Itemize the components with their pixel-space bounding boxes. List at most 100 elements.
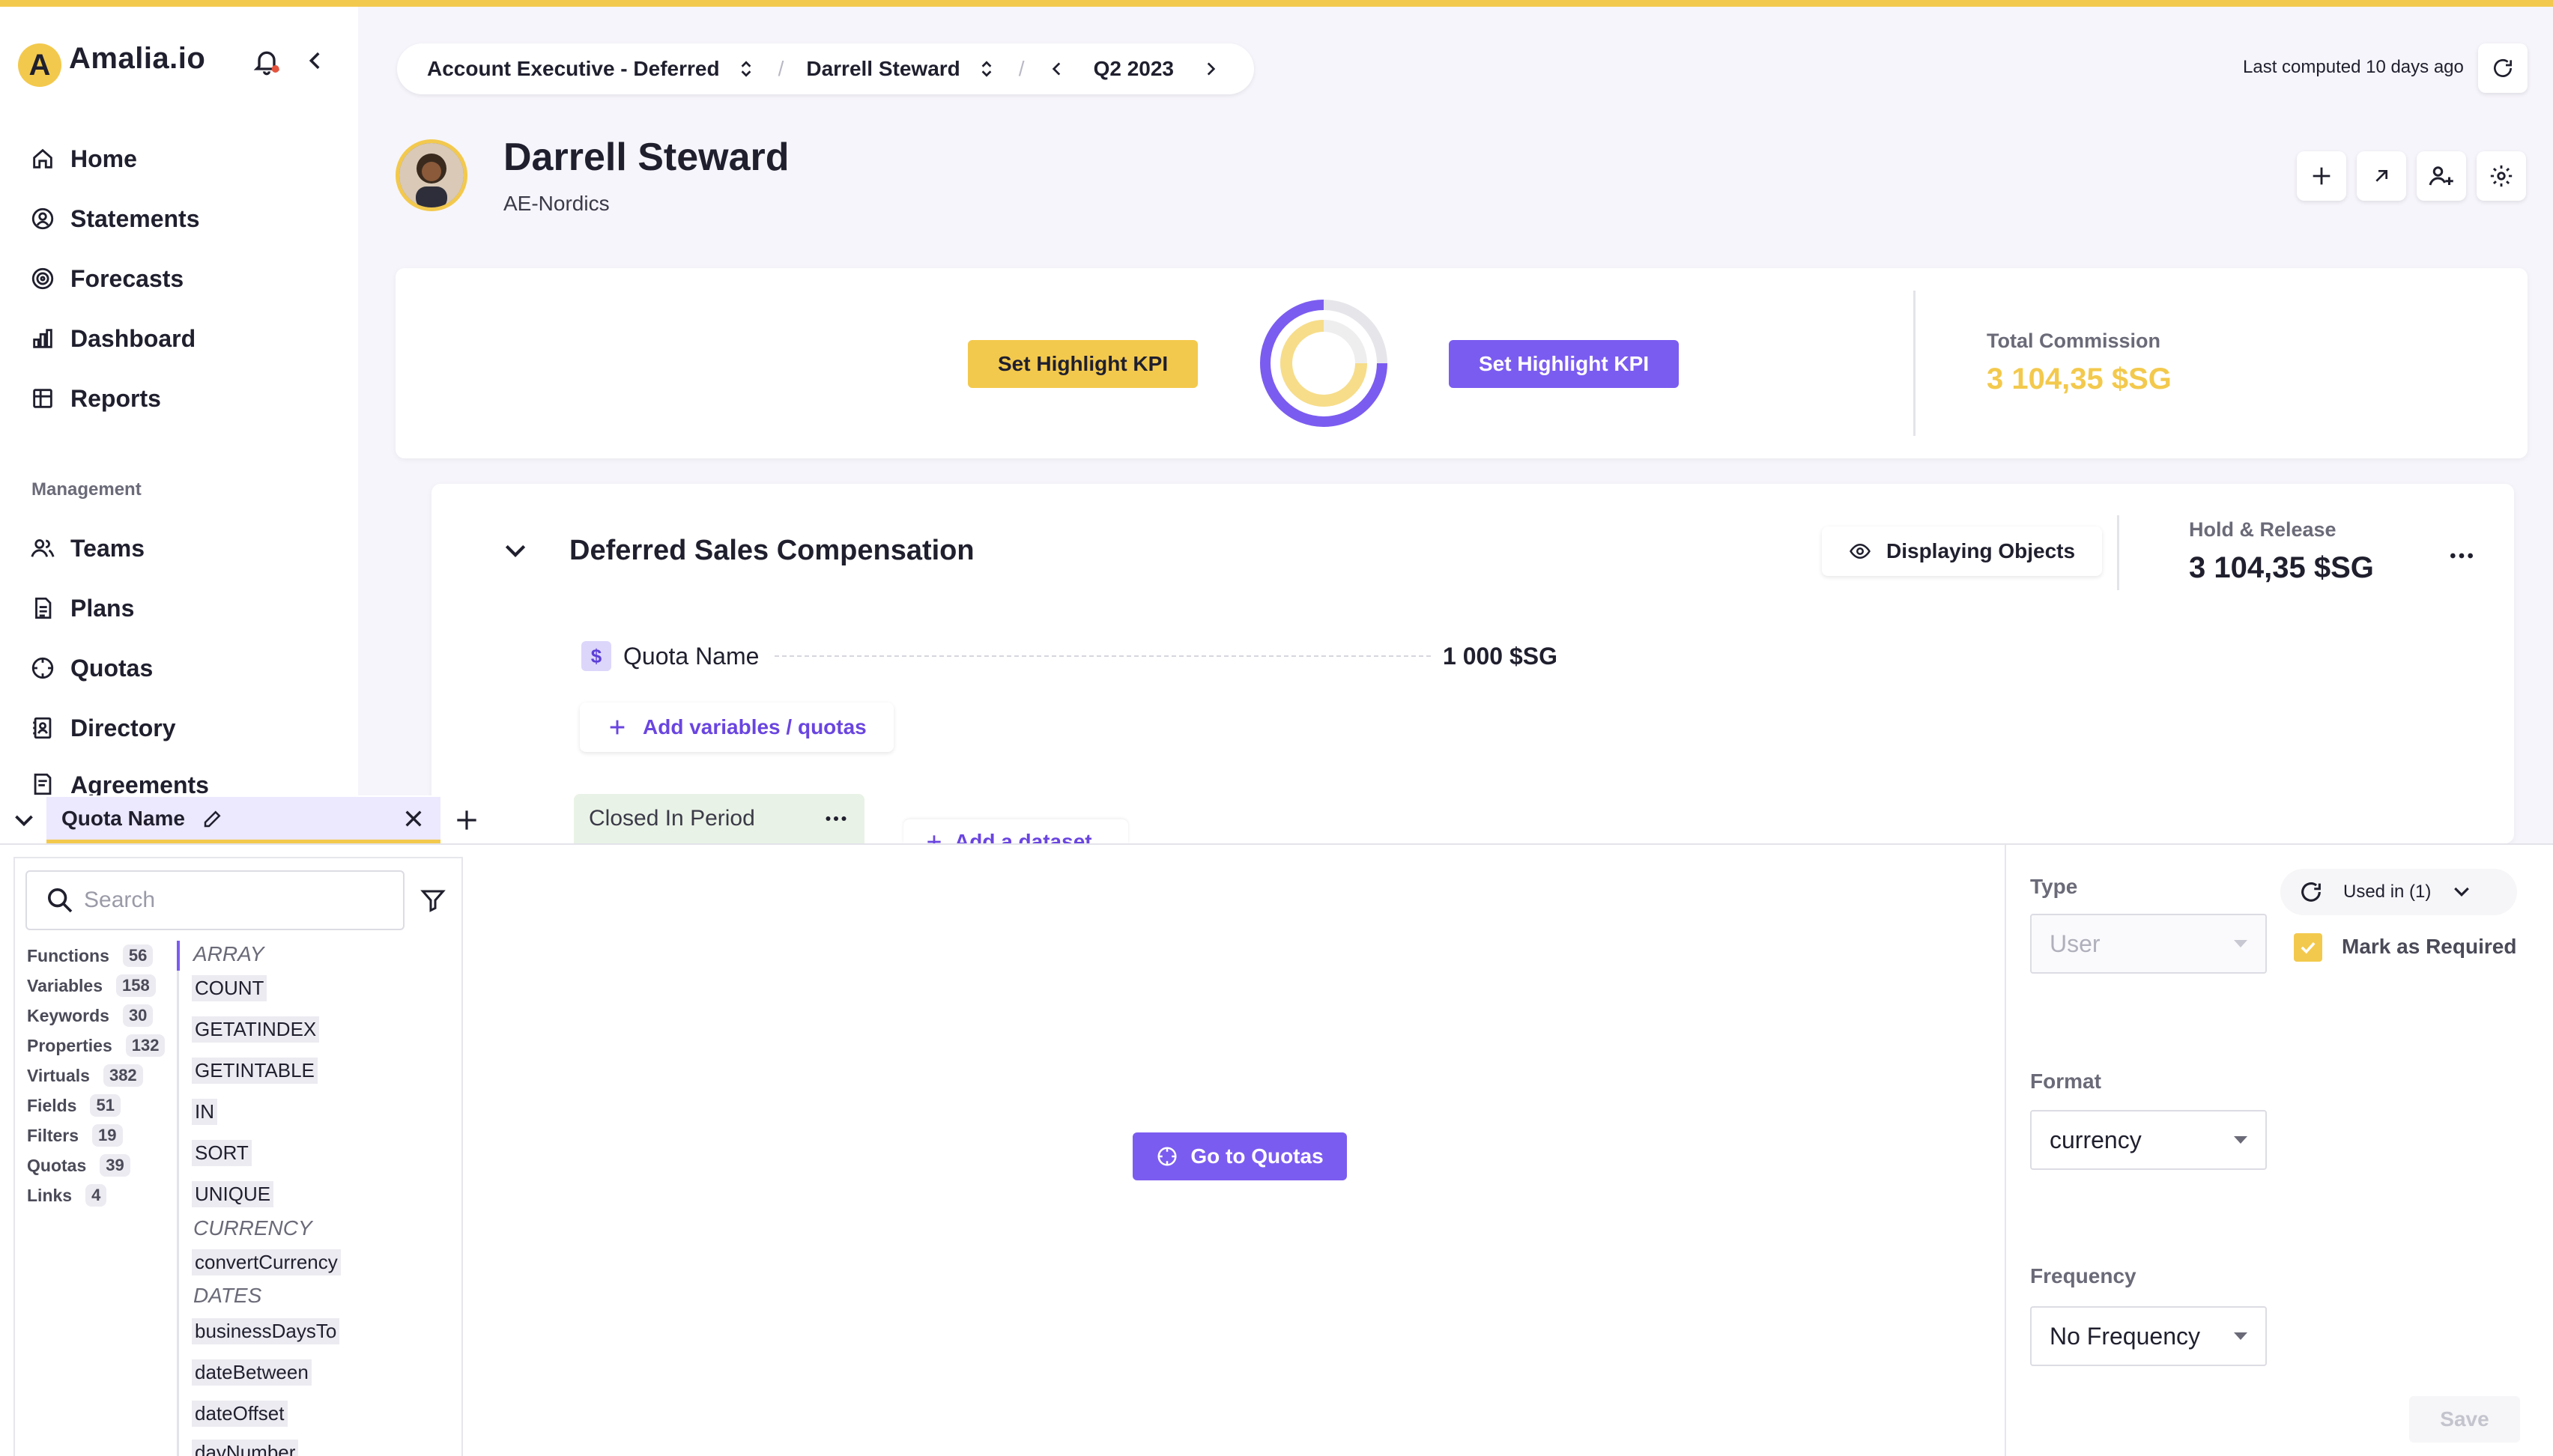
category-count: 158 (116, 974, 156, 997)
category-count: 382 (103, 1064, 143, 1087)
caret-down-icon (2234, 940, 2247, 947)
go-to-quotas-button[interactable]: Go to Quotas (1133, 1132, 1347, 1180)
dotted-leader (775, 655, 1431, 657)
variable-name[interactable]: Quota Name (623, 643, 759, 670)
function-item-clipped[interactable]: dayNumber (192, 1440, 299, 1456)
sidebar-item-label: Dashboard (70, 324, 196, 352)
set-highlight-kpi-right-button[interactable]: Set Highlight KPI (1449, 340, 1680, 388)
add-variables-button[interactable]: Add variables / quotas (580, 703, 894, 752)
quotas-icon (31, 657, 54, 679)
category-fields[interactable]: Fields 51 (27, 1091, 121, 1120)
edit-pencil-icon[interactable] (202, 807, 224, 830)
teams-icon (31, 539, 55, 557)
search-input[interactable]: Search (25, 870, 405, 930)
function-item[interactable]: COUNT (192, 975, 267, 1001)
collapse-editor-icon[interactable] (10, 807, 37, 834)
save-button[interactable]: Save (2409, 1396, 2520, 1443)
quotas-icon (1157, 1147, 1177, 1166)
sidebar-item-directory[interactable]: Directory (30, 706, 176, 750)
plus-icon (610, 720, 625, 735)
tab-label: Quota Name (61, 806, 185, 830)
add-button[interactable] (2297, 151, 2346, 201)
breadcrumb-period[interactable]: Q2 2023 (1094, 57, 1174, 81)
app-name[interactable]: Amalia.io (69, 42, 205, 76)
add-dataset-label: Add a dataset (954, 830, 1092, 843)
function-item[interactable]: dateOffset (192, 1401, 288, 1427)
sidebar-item-statements[interactable]: Statements (30, 196, 200, 241)
dataset-card[interactable]: Closed In Period (574, 794, 864, 843)
function-item[interactable]: dateBetween (192, 1359, 312, 1386)
sidebar-item-reports[interactable]: Reports (30, 376, 161, 421)
function-item[interactable]: businessDaysTo (192, 1318, 340, 1344)
search-icon (48, 888, 73, 913)
sidebar-item-label: Quotas (70, 654, 154, 682)
breadcrumb-separator: / (1018, 57, 1025, 80)
category-links[interactable]: Links 4 (27, 1180, 107, 1210)
user-name: Darrell Steward (503, 136, 790, 179)
format-label: Format (2030, 1070, 2101, 1093)
function-item[interactable]: SORT (192, 1140, 252, 1166)
sidebar-item-quotas[interactable]: Quotas (30, 646, 153, 691)
avatar (396, 139, 467, 211)
filter-icon[interactable] (420, 887, 446, 914)
category-variables[interactable]: Variables 158 (27, 971, 156, 1001)
category-properties[interactable]: Properties 132 (27, 1031, 166, 1061)
chevron-updown-icon (741, 61, 751, 77)
function-item[interactable]: GETINTABLE (192, 1058, 318, 1084)
sidebar-item-label: Agreements (70, 771, 209, 795)
recompute-button[interactable] (2478, 43, 2528, 93)
previous-period-icon[interactable] (1047, 58, 1067, 80)
collapse-sidebar-icon[interactable] (303, 48, 328, 73)
add-tab-icon[interactable] (452, 806, 481, 834)
category-quotas[interactable]: Quotas 39 (27, 1150, 130, 1180)
refresh-icon[interactable] (2298, 879, 2324, 905)
caret-down-icon (2234, 1136, 2247, 1144)
notification-bell-icon[interactable] (252, 46, 282, 76)
more-options-icon[interactable] (823, 805, 850, 832)
sidebar-item-forecasts[interactable]: Forecasts (30, 256, 184, 301)
sidebar-item-dashboard[interactable]: Dashboard (30, 316, 196, 361)
function-item[interactable]: GETATINDEX (192, 1016, 320, 1043)
category-filters[interactable]: Filters 19 (27, 1120, 123, 1150)
category-count: 30 (122, 1004, 154, 1027)
function-item[interactable]: IN (192, 1099, 217, 1125)
mark-required-checkbox[interactable] (2294, 933, 2322, 962)
add-dataset-button[interactable]: Add a dataset (903, 819, 1128, 843)
category-virtuals[interactable]: Virtuals 382 (27, 1061, 143, 1091)
category-functions[interactable]: Functions 56 (27, 941, 154, 971)
close-icon[interactable] (402, 807, 426, 831)
sidebar-item-plans[interactable]: Plans (30, 586, 134, 631)
total-commission-value: 3 104,35 $SG (1987, 363, 2172, 395)
tab-quota-name[interactable]: Quota Name (46, 797, 440, 843)
collapse-section-icon[interactable] (499, 536, 532, 566)
sidebar-item-agreements[interactable]: Agreements (30, 765, 209, 795)
sidebar-item-teams[interactable]: Teams (30, 526, 145, 571)
open-external-button[interactable] (2357, 151, 2406, 201)
settings-button[interactable] (2477, 151, 2526, 201)
function-item[interactable]: convertCurrency (192, 1249, 341, 1275)
format-select[interactable]: currency (2030, 1110, 2267, 1170)
sidebar-item-home[interactable]: Home (30, 136, 137, 181)
category-label: Virtuals (27, 1065, 90, 1085)
search-placeholder: Search (84, 888, 156, 912)
used-in-dropdown[interactable]: Used in (1) (2280, 869, 2517, 915)
frequency-select[interactable]: No Frequency (2030, 1306, 2267, 1366)
logo-icon[interactable]: A (18, 43, 61, 87)
category-label: Properties (27, 1035, 112, 1055)
category-label: Quotas (27, 1155, 87, 1175)
frequency-label: Frequency (2030, 1264, 2136, 1287)
set-highlight-kpi-left-button[interactable]: Set Highlight KPI (968, 340, 1199, 388)
category-keywords[interactable]: Keywords 30 (27, 1001, 154, 1031)
breadcrumb-plan-selector[interactable]: Account Executive - Deferred (427, 57, 756, 81)
format-value: currency (2050, 1126, 2142, 1153)
displaying-objects-button[interactable]: Displaying Objects (1822, 527, 2103, 576)
function-item[interactable]: UNIQUE (192, 1181, 274, 1207)
chevron-down-icon (2454, 887, 2470, 897)
more-options-icon[interactable] (2447, 541, 2477, 571)
breadcrumb-plan: Account Executive - Deferred (427, 57, 720, 80)
add-user-button[interactable] (2417, 151, 2466, 201)
next-period-icon[interactable] (1201, 58, 1220, 80)
category-count: 19 (92, 1124, 123, 1147)
sidebar-item-label: Forecasts (70, 264, 184, 292)
breadcrumb-user-selector[interactable]: Darrell Steward (806, 57, 996, 81)
